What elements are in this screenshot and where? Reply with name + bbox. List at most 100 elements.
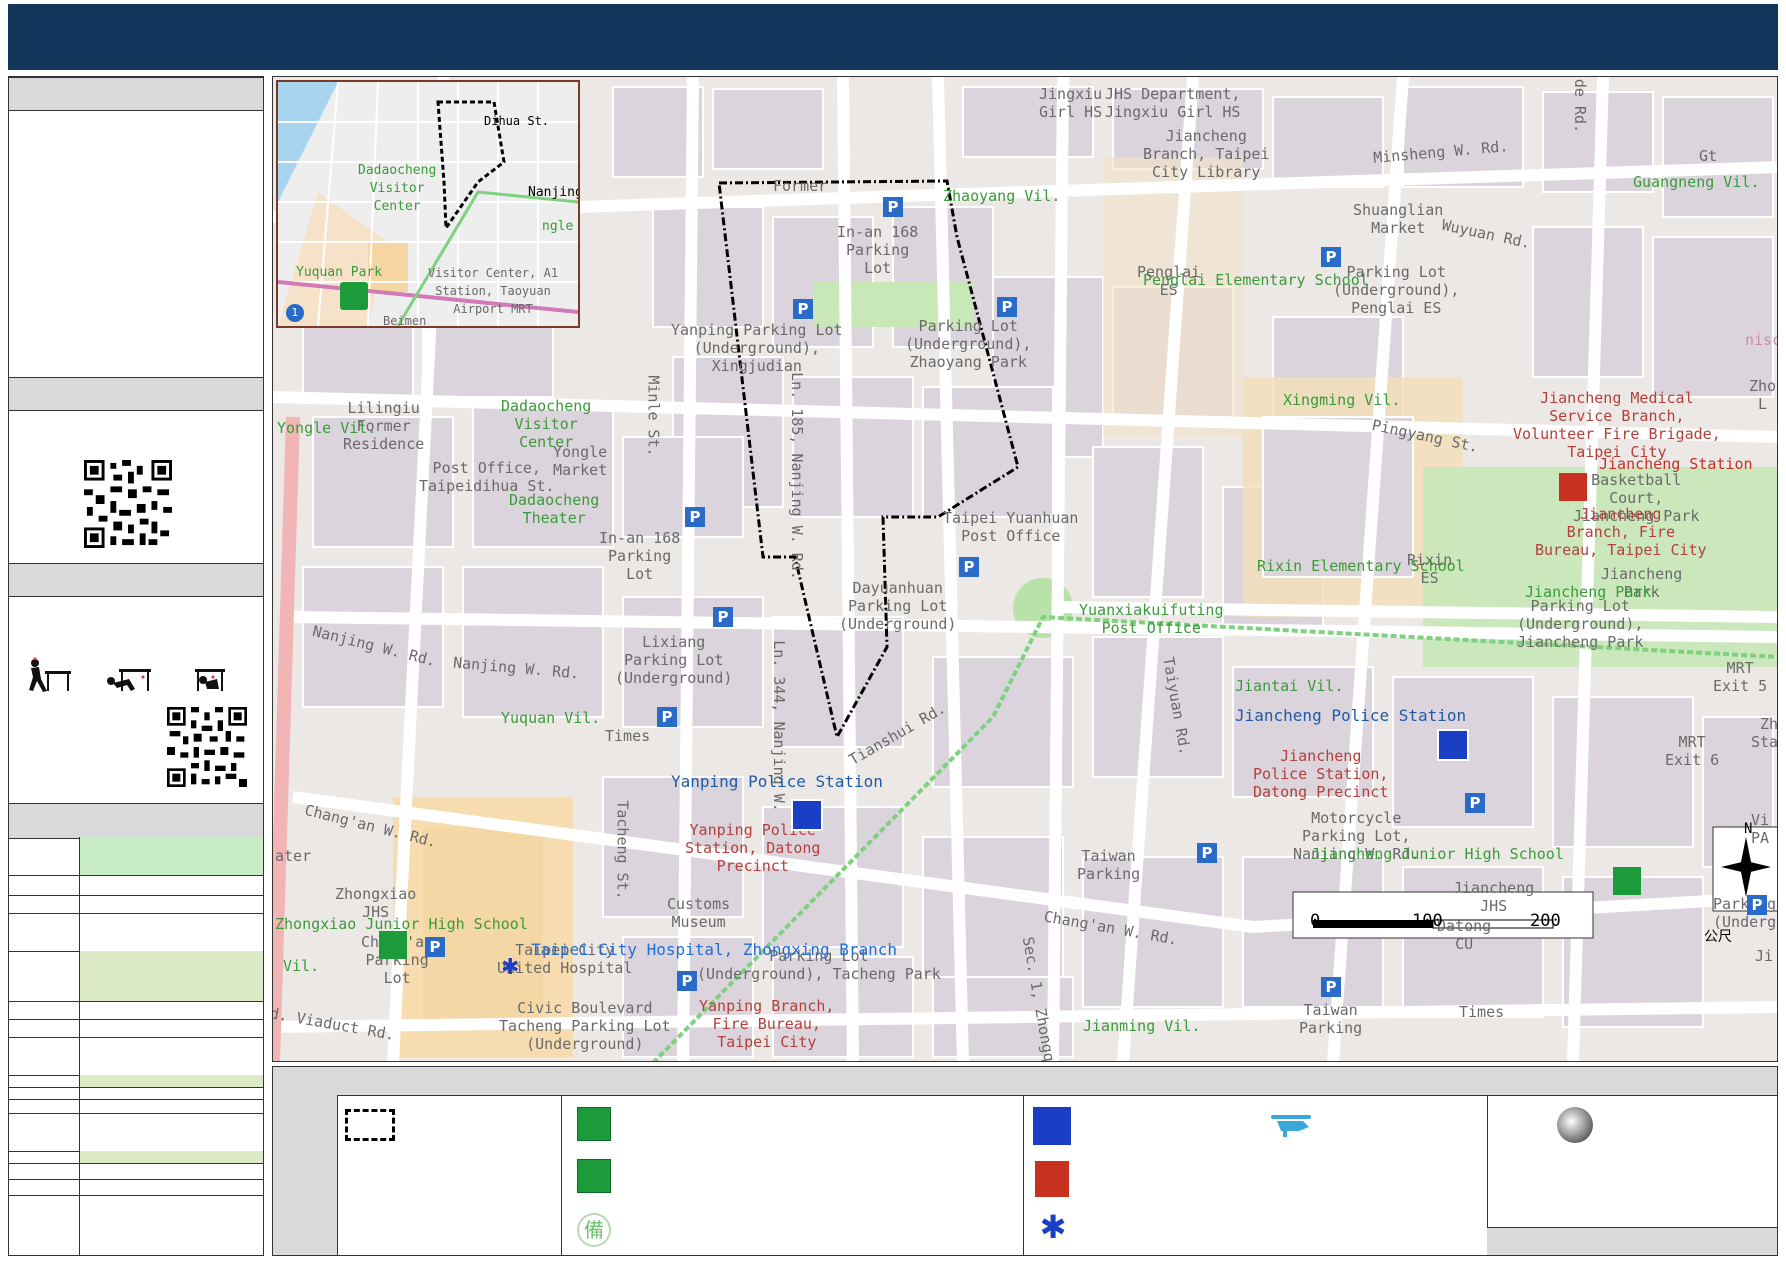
medical-icon[interactable]: ✱ (501, 955, 519, 980)
label-inan-lot2: In-an 168 Parking Lot (599, 529, 681, 583)
parking-icon[interactable]: P (997, 297, 1017, 317)
parking-icon[interactable]: P (677, 971, 697, 991)
parking-icon[interactable]: P (685, 507, 705, 527)
label-inan-lot1: In-an 168 Parking Lot (837, 223, 919, 277)
label-rixin-short: Rixin ES (1407, 551, 1453, 587)
parking-icon[interactable]: P (793, 299, 813, 319)
parking-icon[interactable]: P (959, 557, 979, 577)
label-jiantai: Jiantai Vil. (1235, 677, 1344, 695)
inset-label-yuquan: Yuquan Park (296, 265, 383, 280)
table-row (9, 1113, 263, 1152)
inset-evacuation-icon[interactable] (340, 282, 368, 310)
label-dayuanhuan: Dayuanhuan Parking Lot (Underground) (839, 579, 957, 633)
reserve-icon: 備 (577, 1213, 611, 1247)
label-times1: Times (605, 727, 651, 745)
label-yanping-fire: Yanping Branch, Fire Bureau, Taipei City (699, 997, 835, 1051)
medical-icon: ✱ (1039, 1208, 1067, 1246)
label-parking-l: Parking L(Undergro (1713, 895, 1777, 931)
label-yanping-lot: Yanping Parking Lot (Underground), Xingjud… (671, 321, 843, 375)
inset-label-nanjing: Nanjing W. Rd. (528, 185, 580, 200)
north-label: N (1744, 821, 1753, 837)
sidebar-header-2 (9, 377, 263, 411)
label-de-rd: de Rd. (1571, 78, 1590, 134)
table-row (9, 895, 263, 914)
label-former: Former (773, 177, 828, 195)
label-zhongs: ZhongsStation_ (1751, 715, 1778, 751)
shelter-icon[interactable] (1613, 867, 1641, 895)
legend-col-2: 備 (561, 1067, 1024, 1255)
qr-code-2[interactable] (167, 707, 247, 787)
legend-col-3-head (1023, 1067, 1487, 1096)
inset-route-icon: 1 (286, 304, 304, 322)
label-penglai-lot: Parking Lot (Underground), Penglai ES (1333, 263, 1460, 317)
table-row (9, 837, 263, 876)
label-datong-cu: Datong CU (1437, 917, 1492, 953)
label-taiwan-parking2: Taiwan Parking (1299, 1001, 1363, 1037)
label-zhaoyang-lot: Parking Lot (Underground), Zhaoyang Park (905, 317, 1032, 371)
parking-icon[interactable]: P (657, 707, 677, 727)
label-ji: Ji (1755, 947, 1774, 965)
aed-circle (1557, 1107, 1593, 1143)
legend-col-1-head (337, 1067, 561, 1096)
label-jc-medical: Jiancheng Medical Service Branch, Voluntee… (1513, 389, 1721, 461)
label-zho: Zho L (1749, 377, 1777, 413)
label-taiwan-parking1: Taiwan Parking (1077, 847, 1141, 883)
scale-two-hundred: 200 (1530, 911, 1561, 931)
inset-label-yongle: ngle Vil. (542, 219, 578, 234)
parking-icon[interactable]: P (883, 197, 903, 217)
label-jc-jhs-lbl: Jiancheng JHS (1453, 879, 1535, 915)
label-jingxiu: Jingxiu Girl HS (1039, 85, 1103, 121)
parking-icon[interactable]: P (1321, 247, 1341, 267)
shelter-icon (577, 1107, 611, 1141)
label-jc-police-lbl: Jiancheng Police Station, Datong Precinct (1253, 747, 1389, 801)
sidebar-header-1 (9, 77, 263, 111)
inset-map[interactable]: DadaochengVisitorCenter Nanjing W. Rd. n… (276, 80, 580, 328)
label-dadaocheng-theater: Dadaocheng Theater (509, 491, 600, 527)
parking-icon[interactable]: P (1197, 843, 1217, 863)
legend-col-4-footer (1487, 1227, 1777, 1255)
parking-icon[interactable]: P (1465, 793, 1485, 813)
label-lixiang: Lixiang Parking Lot (Underground) (615, 633, 733, 687)
fire-icon (1035, 1161, 1069, 1197)
label-zhaoyang-vil: Zhaoyang Vil. (943, 187, 1061, 205)
legend-col-1 (337, 1067, 562, 1255)
inset-label-dihua: Dihua St. (484, 114, 550, 128)
table-row (9, 1163, 263, 1180)
parking-icon[interactable]: P (1747, 895, 1767, 915)
shelter-icon[interactable] (379, 931, 407, 959)
legend-col-4 (1487, 1067, 1777, 1255)
parking-icon[interactable]: P (425, 937, 445, 957)
police-icon[interactable] (791, 799, 823, 831)
label-jhs-dept: JHS Department, Jingxiu Girl HS (1105, 85, 1241, 121)
label-jc-jhs: Jiancheng Junior High School (1311, 845, 1564, 863)
table-row (9, 1001, 263, 1020)
inset-label-beimen: Beimen (383, 314, 427, 328)
fire-icon[interactable] (1559, 473, 1587, 501)
label-jiancheng-lib: Jiancheng Branch, Taipei City Library (1143, 127, 1270, 181)
parking-icon[interactable]: P (713, 607, 733, 627)
inset-label-visitor-a1: Visitor Center, A1 Station, Taoyuan Airpor… (428, 266, 559, 316)
label-gt: Gt (1699, 147, 1718, 165)
label-times2: Times (1459, 1003, 1505, 1021)
label-water: ater (275, 847, 312, 865)
legend: 備 ✱ (272, 1066, 1778, 1256)
sidebar-header-4 (9, 803, 263, 839)
scale-zero: 0 (1310, 911, 1321, 931)
evacuation-icon (577, 1159, 611, 1193)
label-xingming: Xingming Vil. (1283, 391, 1401, 409)
label-penglai-short: Penglai ES (1137, 263, 1201, 299)
label-yuquan-vil: Yuquan Vil. (501, 709, 601, 727)
label-tpe-yuanhuan: Taipei Yuanhuan Post Office (943, 509, 1079, 545)
table-row (9, 1179, 263, 1196)
label-jc-park-lot: Parking Lot (Underground), Jiancheng Park (1517, 597, 1644, 651)
label-jc-police: Jiancheng Police Station (1235, 706, 1467, 725)
parking-icon[interactable]: P (1321, 977, 1341, 997)
drop-cover-hold-figures (25, 657, 245, 693)
legend-col-4-head (1487, 1067, 1777, 1096)
label-civic: Civic Boulevard Tacheng Parking Lot (Under… (499, 999, 671, 1053)
label-guangneng: Guangneng Vil. (1633, 173, 1760, 191)
label-tpe-hospital: Taipei City Hospital, Zhongxing Branch (531, 940, 898, 959)
qr-code-1[interactable] (83, 460, 173, 548)
police-icon[interactable] (1437, 729, 1469, 761)
label-shuanglian: Shuanglian Market (1353, 201, 1444, 237)
